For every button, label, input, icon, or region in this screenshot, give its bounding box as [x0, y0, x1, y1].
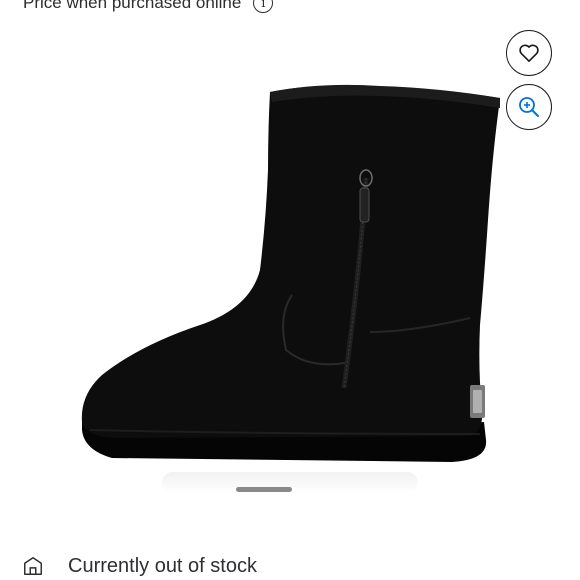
info-icon[interactable]: i [253, 0, 274, 13]
price-note-label: Price when purchased online [23, 0, 242, 12]
boot-photo [81, 84, 500, 462]
zoom-in-icon [519, 97, 539, 117]
price-note: Price when purchased online i [23, 0, 274, 14]
zoom-button[interactable] [506, 84, 552, 130]
store-icon [24, 557, 42, 575]
favorite-button[interactable] [506, 30, 552, 76]
stock-status: Currently out of stock [68, 554, 257, 577]
carousel-indicator[interactable] [236, 487, 292, 492]
availability-row: Currently out of stock [22, 552, 257, 580]
heart-icon [519, 44, 539, 62]
product-image[interactable] [60, 70, 510, 500]
